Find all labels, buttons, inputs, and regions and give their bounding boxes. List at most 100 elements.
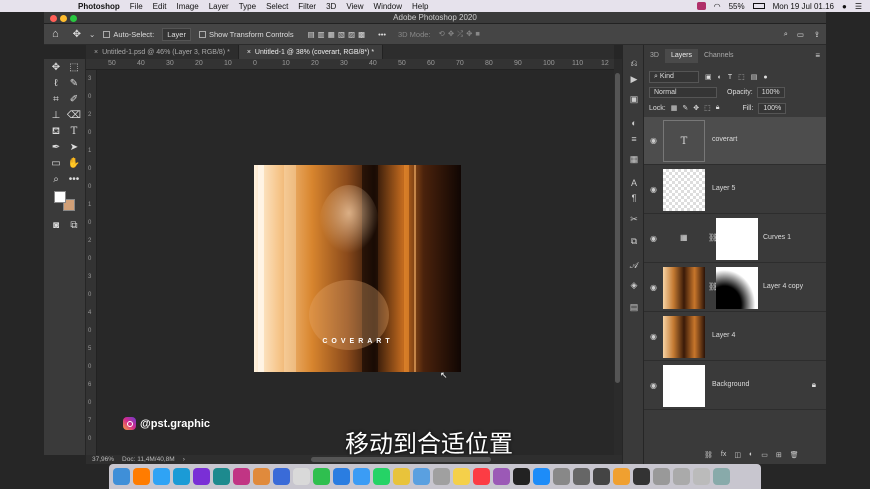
clone-source-icon[interactable]: ◈ (627, 279, 641, 292)
link-layers-icon[interactable]: ⛓ (704, 451, 713, 461)
layer-row-curves1[interactable]: ◉ ▦ ⛓ Curves 1 (644, 215, 826, 263)
document-canvas[interactable]: COVERART (254, 165, 461, 372)
auto-select-checkbox[interactable]: Auto-Select: (103, 30, 154, 39)
tab-layers[interactable]: Layers (664, 49, 698, 63)
search-icon[interactable]: ⌕ (784, 29, 788, 39)
scrollbar-thumb[interactable] (615, 73, 620, 383)
fill-input[interactable]: 100% (758, 102, 787, 114)
menu-window[interactable]: Window (374, 2, 402, 11)
edge-icon[interactable] (333, 468, 350, 485)
brush-settings-icon[interactable]: 𝒜 (627, 259, 641, 272)
eraser-tool-icon[interactable]: ⌫ (66, 109, 82, 122)
delete-layer-icon[interactable]: 🗑︎ (790, 451, 799, 461)
horizontal-ruler[interactable]: 50 40 30 20 10 0 10 20 30 40 50 60 70 80 90 100 110 12 (86, 59, 614, 70)
messenger-icon[interactable] (273, 468, 290, 485)
layer-row-background[interactable]: ◉ Background 🔒︎ (644, 362, 826, 410)
notes-icon[interactable] (453, 468, 470, 485)
adjustment-layer-icon[interactable]: ◐ (749, 451, 753, 461)
layer-style-icon[interactable]: fx (721, 451, 726, 461)
more-options-icon[interactable]: ••• (378, 30, 386, 39)
timeline-icon[interactable]: ▤ (627, 301, 641, 314)
tab-close-icon[interactable]: × (94, 49, 98, 56)
avatar-icon[interactable] (253, 468, 270, 485)
photoshop-icon[interactable] (153, 468, 170, 485)
add-mask-icon[interactable]: ◫ (734, 451, 741, 461)
app-icon-5[interactable] (593, 468, 610, 485)
tab-3d[interactable]: 3D (644, 49, 665, 63)
new-layer-icon[interactable]: ⊞ (776, 451, 782, 461)
adjustments-icon[interactable]: ◐ (627, 117, 641, 130)
record-icon[interactable] (696, 2, 706, 10)
whatsapp-icon[interactable] (373, 468, 390, 485)
bucket-tool-icon[interactable]: ⛾ (48, 125, 64, 138)
hand-tool-icon[interactable]: ✋ (66, 157, 82, 170)
illustrator-icon[interactable] (133, 468, 150, 485)
filter-type-icon[interactable]: T (728, 74, 732, 81)
quick-mask-icon[interactable]: ◙ (48, 219, 64, 232)
swatches-icon[interactable]: ▦ (627, 153, 641, 166)
battery-icon[interactable] (752, 3, 765, 9)
stamp-tool-icon[interactable]: ⊥ (48, 109, 64, 122)
type-tool-icon[interactable]: T (66, 125, 82, 138)
zoom-tool-icon[interactable]: ⌕ (48, 173, 64, 186)
tab-close-icon[interactable]: × (247, 49, 251, 56)
zoom-level[interactable]: 37,96% (92, 456, 114, 463)
menu-layer[interactable]: Layer (209, 2, 229, 11)
layer-name[interactable]: Layer 4 (712, 332, 735, 339)
menu-app-name[interactable]: Photoshop (78, 2, 120, 11)
actions-icon[interactable]: ▶ (627, 73, 641, 86)
share-icon[interactable]: ⇪ (814, 30, 820, 39)
panel-menu-icon[interactable]: ≡ (815, 51, 820, 60)
3d-tools-icons[interactable]: ⟲✥⤮✥■ (439, 29, 483, 39)
home-icon[interactable]: ⌂ (52, 28, 59, 40)
lock-position-icon[interactable]: ✥ (693, 104, 699, 112)
opacity-input[interactable]: 100% (756, 86, 785, 98)
tab-untitled-coverart[interactable]: × Untitled-1 @ 38% (coverart, RGB/8*) * (238, 45, 384, 59)
show-transform-checkbox[interactable]: Show Transform Controls (198, 30, 294, 39)
app-icon-10[interactable] (693, 468, 710, 485)
menu-select[interactable]: Select (266, 2, 288, 11)
wifi-icon[interactable]: ◠ (714, 2, 721, 11)
menu-edit[interactable]: Edit (153, 2, 167, 11)
visibility-eye-icon[interactable]: ◉ (650, 381, 657, 390)
vertical-scrollbar[interactable] (614, 59, 622, 455)
lock-pixels-icon[interactable]: ✎ (682, 104, 688, 112)
menu-image[interactable]: Image (176, 2, 198, 11)
character-icon[interactable]: A (627, 177, 641, 190)
lasso-tool-icon[interactable]: ℓ (48, 77, 64, 90)
properties-icon[interactable]: ≡ (627, 133, 641, 146)
menu-3d[interactable]: 3D (326, 2, 336, 11)
menu-type[interactable]: Type (239, 2, 256, 11)
premiere-icon[interactable] (193, 468, 210, 485)
menu-list-icon[interactable]: ☰ (855, 2, 862, 11)
facetime-icon[interactable] (313, 468, 330, 485)
glyphs-icon[interactable]: ⧉ (627, 235, 641, 248)
layer-name[interactable]: Curves 1 (763, 234, 791, 241)
more-tools-icon[interactable]: ••• (66, 173, 82, 186)
history-icon[interactable]: ⎌ (627, 57, 641, 70)
trash-icon[interactable] (713, 468, 730, 485)
layer-row-layer4[interactable]: ◉ Layer 4 (644, 313, 826, 361)
chrome-icon[interactable] (393, 468, 410, 485)
auto-select-dropdown[interactable]: Layer (162, 27, 191, 41)
filter-smart-icon[interactable]: ▤ (751, 73, 758, 81)
appstore-icon[interactable] (533, 468, 550, 485)
lock-transparent-icon[interactable]: ▦ (671, 104, 678, 112)
filter-pixel-icon[interactable]: ▣ (705, 73, 712, 81)
visibility-eye-icon[interactable]: ◉ (650, 234, 657, 243)
lightroom-icon[interactable] (173, 468, 190, 485)
tab-untitled-psd[interactable]: × Untitled-1.psd @ 46% (Layer 3, RGB/8) * (86, 45, 239, 59)
shape-tool-icon[interactable]: ▭ (48, 157, 64, 170)
lock-artboard-icon[interactable]: ⬚ (704, 104, 711, 112)
filter-toggle-icon[interactable]: ● (763, 74, 767, 81)
doc-size[interactable]: Doc: 11,4M/40,8M (122, 456, 175, 463)
menu-view[interactable]: View (346, 2, 363, 11)
safari-icon[interactable] (353, 468, 370, 485)
layer-name[interactable]: Layer 5 (712, 185, 735, 192)
tools-icon[interactable]: ✂ (627, 213, 641, 226)
music-icon[interactable] (473, 468, 490, 485)
app-icon[interactable] (413, 468, 430, 485)
status-chevron-icon[interactable]: › (183, 456, 185, 463)
pen-tool-icon[interactable]: ✒ (48, 141, 64, 154)
filter-kind-dropdown[interactable]: ⌕ Kind (649, 71, 699, 83)
